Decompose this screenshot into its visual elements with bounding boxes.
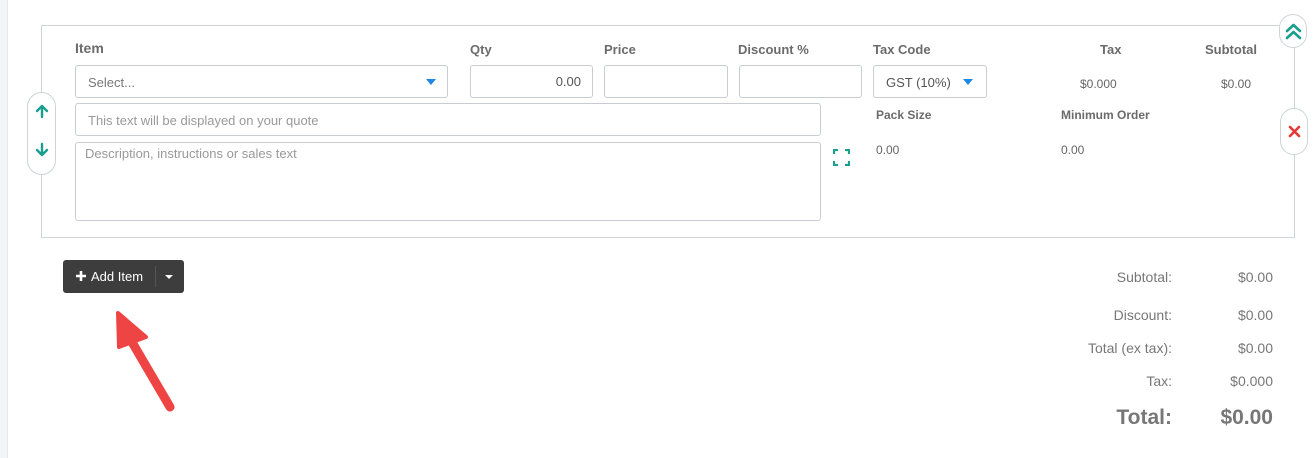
item-select-value: Select... — [88, 75, 135, 90]
tax-value: $0.000 — [1230, 373, 1273, 389]
add-item-label: Add Item — [91, 269, 144, 284]
tax-code-value: GST (10%) — [886, 75, 951, 90]
display-text-placeholder: This text will be displayed on your quot… — [88, 113, 319, 128]
item-select[interactable]: Select... — [75, 65, 448, 98]
price-header: Price — [604, 42, 636, 57]
subtotal-label: Subtotal: — [1116, 269, 1172, 285]
pack-size-value: 0.00 — [876, 143, 900, 157]
line-item-panel: Item Qty Price Discount % Tax Code Tax S… — [41, 25, 1295, 238]
remove-line-button[interactable] — [1280, 108, 1308, 155]
tax-code-select[interactable]: GST (10%) — [873, 65, 987, 98]
display-text-input[interactable]: This text will be displayed on your quot… — [75, 103, 821, 136]
red-arrow-annotation — [116, 311, 175, 412]
description-textarea[interactable]: Description, instructions or sales text — [75, 142, 821, 221]
pack-size-header: Pack Size — [876, 108, 932, 122]
price-input[interactable] — [604, 65, 728, 98]
discount-label: Discount: — [1113, 307, 1172, 323]
total-label: Total: — [1116, 406, 1172, 429]
collapse-button[interactable] — [1279, 14, 1307, 48]
minimum-order-header: Minimum Order — [1061, 108, 1150, 122]
total-value: $0.00 — [1220, 406, 1273, 429]
chevron-down-icon — [426, 79, 436, 85]
total-ex-tax-label: Total (ex tax): — [1087, 340, 1172, 356]
total-ex-tax-value: $0.00 — [1237, 340, 1273, 356]
button-divider — [155, 266, 156, 287]
tax-code-header: Tax Code — [873, 42, 931, 57]
add-item-button[interactable]: Add Item — [63, 260, 184, 293]
arrow-down-icon[interactable] — [34, 142, 50, 158]
line-subtotal-value: $0.00 — [1221, 77, 1252, 91]
close-icon — [1288, 125, 1301, 138]
qty-value: 0.00 — [555, 74, 581, 89]
item-header: Item — [75, 40, 104, 56]
qty-input[interactable]: 0.00 — [470, 65, 593, 98]
add-item-dropdown-caret[interactable] — [165, 275, 173, 279]
line-tax-value: $0.000 — [1080, 77, 1117, 91]
plus-icon — [76, 271, 86, 281]
discount-header: Discount % — [738, 42, 809, 57]
left-sidebar-edge — [0, 0, 8, 458]
description-placeholder: Description, instructions or sales text — [85, 146, 297, 161]
discount-input[interactable] — [739, 65, 862, 98]
minimum-order-value: 0.00 — [1061, 143, 1085, 157]
reorder-control — [27, 92, 56, 175]
tax-label: Tax: — [1146, 373, 1172, 389]
arrow-up-icon[interactable] — [34, 103, 50, 119]
tax-header: Tax — [1100, 42, 1122, 57]
chevron-down-icon — [963, 79, 973, 85]
qty-header: Qty — [470, 42, 492, 57]
expand-icon[interactable] — [833, 149, 850, 166]
subtotal-header: Subtotal — [1205, 42, 1257, 57]
subtotal-value: $0.00 — [1237, 269, 1273, 285]
double-chevron-up-icon — [1285, 23, 1302, 40]
discount-value: $0.00 — [1237, 307, 1273, 323]
